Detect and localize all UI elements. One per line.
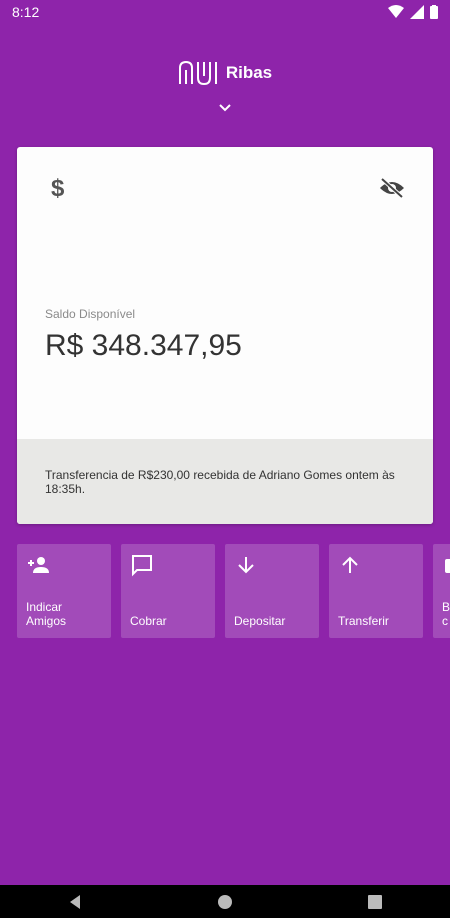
battery-icon xyxy=(430,5,438,19)
balance-amount: R$ 348.347,95 xyxy=(45,329,242,362)
nubank-logo-icon xyxy=(178,60,217,86)
transfer-button[interactable]: Transferir xyxy=(329,544,423,638)
last-transaction-text: Transferencia de R$230,00 recebida de Ad… xyxy=(45,468,395,496)
navigation-bar xyxy=(0,885,450,918)
charge-label: Cobrar xyxy=(130,614,167,628)
add-person-icon xyxy=(28,557,49,573)
signal-icon xyxy=(410,5,424,19)
balance-label: Saldo Disponível xyxy=(45,307,136,321)
dollar-icon: $ xyxy=(51,175,65,202)
charge-button[interactable]: Cobrar xyxy=(121,544,215,638)
account-header[interactable]: Ribas xyxy=(0,58,450,88)
chevron-down-icon[interactable] xyxy=(217,100,233,116)
partial-action-button[interactable]: B c xyxy=(433,544,450,638)
status-icons xyxy=(388,5,438,19)
status-bar: 8:12 xyxy=(0,0,450,24)
arrow-down-icon xyxy=(238,557,254,574)
deposit-label: Depositar xyxy=(234,614,286,628)
balance-card[interactable]: $ Saldo Disponível R$ 348.347,95 Transfe… xyxy=(17,147,433,524)
wifi-icon xyxy=(388,5,404,18)
recents-icon[interactable] xyxy=(367,894,383,910)
partial-action-label: B c xyxy=(442,600,450,628)
transfer-label: Transferir xyxy=(338,614,389,628)
chat-bubble-icon xyxy=(132,555,152,577)
deposit-button[interactable]: Depositar xyxy=(225,544,319,638)
last-transaction[interactable]: Transferencia de R$230,00 recebida de Ad… xyxy=(17,439,433,524)
arrow-up-icon xyxy=(342,556,358,573)
user-name: Ribas xyxy=(225,63,273,82)
action-bar: Indicar Amigos Cobrar Depositar Transfer… xyxy=(17,544,450,638)
partial-icon xyxy=(445,559,450,573)
home-icon[interactable] xyxy=(217,894,233,910)
refer-friends-button[interactable]: Indicar Amigos xyxy=(17,544,111,638)
status-time: 8:12 xyxy=(12,4,40,20)
refer-friends-label: Indicar Amigos xyxy=(26,600,67,628)
back-icon[interactable] xyxy=(67,894,83,910)
eye-off-icon[interactable] xyxy=(379,177,405,199)
